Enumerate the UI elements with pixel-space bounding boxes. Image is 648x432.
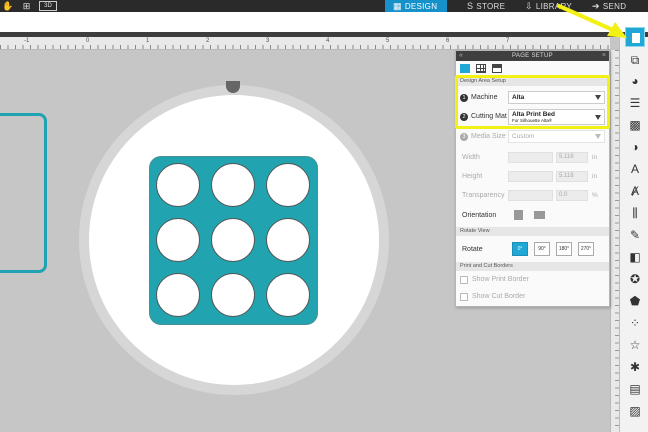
tab-store-label: STORE [476, 2, 506, 11]
transparency-label: Transparency [462, 192, 505, 199]
shape-hole [266, 218, 310, 262]
ruler-label: 1 [146, 38, 150, 44]
design-shape[interactable] [149, 156, 318, 325]
shape-hole [211, 163, 255, 207]
transparency-slider [508, 190, 553, 201]
align-icon[interactable]: ⫼ [625, 205, 645, 221]
close-icon[interactable]: × [602, 51, 606, 61]
shape-hole [156, 218, 200, 262]
horizontal-ruler: -1 0 1 2 3 4 5 6 7 [0, 37, 610, 50]
top-toolbar: ✋ ⊞ 3D ▦ DESIGN S STORE ⇩ LIBRARY ➔ SEND [0, 0, 648, 12]
sketch-icon[interactable]: ☆ [625, 337, 645, 353]
media-size-select: Custom [508, 130, 605, 143]
ruler-label: 0 [86, 38, 90, 44]
height-slider [508, 171, 553, 182]
media-size-value: Custom [512, 133, 535, 140]
vertical-ruler [610, 50, 619, 432]
store-side-icon[interactable]: ▤ [625, 381, 645, 397]
rotate-270-button[interactable]: 270° [578, 242, 594, 256]
hand-tool-icon[interactable]: ✋ [2, 0, 14, 12]
cut-settings-icon[interactable]: ⁘ [625, 315, 645, 331]
design-area-highlight [455, 75, 610, 129]
height-input: 5.118 [556, 171, 588, 182]
rotate-180-button[interactable]: 180° [556, 242, 572, 256]
modify-icon[interactable]: ◧ [625, 249, 645, 265]
section-print-cut-borders: Print and Cut Borders [456, 262, 609, 271]
ruler-label: 2 [206, 38, 210, 44]
fill-color-icon[interactable]: ◕ [625, 73, 645, 89]
hatch-icon[interactable]: ▨ [625, 403, 645, 419]
trace-icon[interactable]: ⬟ [625, 293, 645, 309]
width-label: Width [462, 154, 480, 161]
page-tab-icon[interactable] [460, 64, 470, 73]
fill-pattern-icon[interactable]: ▩ [625, 117, 645, 133]
show-print-border-label: Show Print Border [472, 276, 529, 283]
shape-hole [266, 163, 310, 207]
show-cut-border-checkbox[interactable] [460, 293, 468, 301]
show-cut-border-label: Show Cut Border [472, 293, 526, 300]
partial-shape-outline[interactable] [0, 113, 47, 273]
rotate-0-button[interactable]: 0° [512, 242, 528, 256]
shape-hole [266, 273, 310, 317]
tab-store[interactable]: S STORE [465, 0, 517, 12]
width-unit: in [592, 154, 598, 161]
design-icon: ▦ [393, 1, 402, 11]
height-unit: in [592, 173, 598, 180]
quick-access-toolbar [0, 12, 648, 32]
panel-title: PAGE SETUP [512, 53, 553, 59]
show-print-border-checkbox[interactable] [460, 276, 468, 284]
pixscan-icon[interactable]: ⧉ [625, 52, 645, 68]
text-icon[interactable]: A [625, 161, 645, 177]
library-icon: ⇩ [525, 1, 533, 11]
replicate-icon[interactable]: ✎ [625, 227, 645, 243]
orientation-label: Orientation [462, 212, 497, 219]
step-badge: 3 [460, 133, 468, 141]
3d-view-icon[interactable]: 3D [39, 1, 57, 11]
portrait-icon[interactable] [514, 210, 523, 220]
ruler-label: -1 [24, 38, 30, 44]
ruler-label: 7 [506, 38, 510, 44]
shape-hole [211, 218, 255, 262]
tab-design-label: DESIGN [404, 2, 438, 11]
text-style-icon[interactable]: Ⱥ [625, 183, 645, 199]
shape-hole [211, 273, 255, 317]
ruler-label: 4 [326, 38, 330, 44]
transparency-unit: % [592, 192, 598, 199]
rotate-90-button[interactable]: 90° [534, 242, 550, 256]
landscape-icon[interactable] [534, 211, 545, 219]
line-style-icon[interactable]: ☰ [625, 95, 645, 111]
offset-icon[interactable]: ✪ [625, 271, 645, 287]
gradient-icon[interactable]: ◑ [625, 139, 645, 155]
grid-tab-icon[interactable] [476, 64, 486, 73]
tab-design[interactable]: ▦ DESIGN [385, 0, 447, 12]
width-input: 5.118 [556, 152, 588, 163]
transparency-input: 0.0 [556, 190, 588, 201]
background-tab-icon[interactable] [492, 64, 502, 73]
width-slider [508, 152, 553, 163]
add-tool-icon[interactable]: ⊞ [20, 0, 33, 12]
height-label: Height [462, 173, 483, 180]
callout-arrow-icon [557, 4, 627, 38]
store-icon: S [467, 1, 474, 11]
media-size-label: Media Size [471, 133, 506, 140]
ruler-label: 3 [266, 38, 270, 44]
page-setup-icon [632, 33, 640, 43]
panel-header[interactable]: « PAGE SETUP × [456, 51, 609, 61]
ruler-label: 6 [446, 38, 450, 44]
library-shapes-icon[interactable]: ✱ [625, 359, 645, 375]
ruler-ticks [0, 45, 610, 49]
section-rotate-view: Rotate View [456, 227, 609, 236]
ruler-label: 5 [386, 38, 390, 44]
shape-hole [156, 273, 200, 317]
rotate-label: Rotate [462, 246, 483, 253]
chevron-down-icon [595, 134, 601, 139]
right-toolbar: ⧉ ◕ ☰ ▩ ◑ A Ⱥ ⫼ ✎ ◧ ✪ ⬟ ⁘ ☆ ✱ ▤ ▨ [619, 37, 648, 432]
shape-hole [156, 163, 200, 207]
